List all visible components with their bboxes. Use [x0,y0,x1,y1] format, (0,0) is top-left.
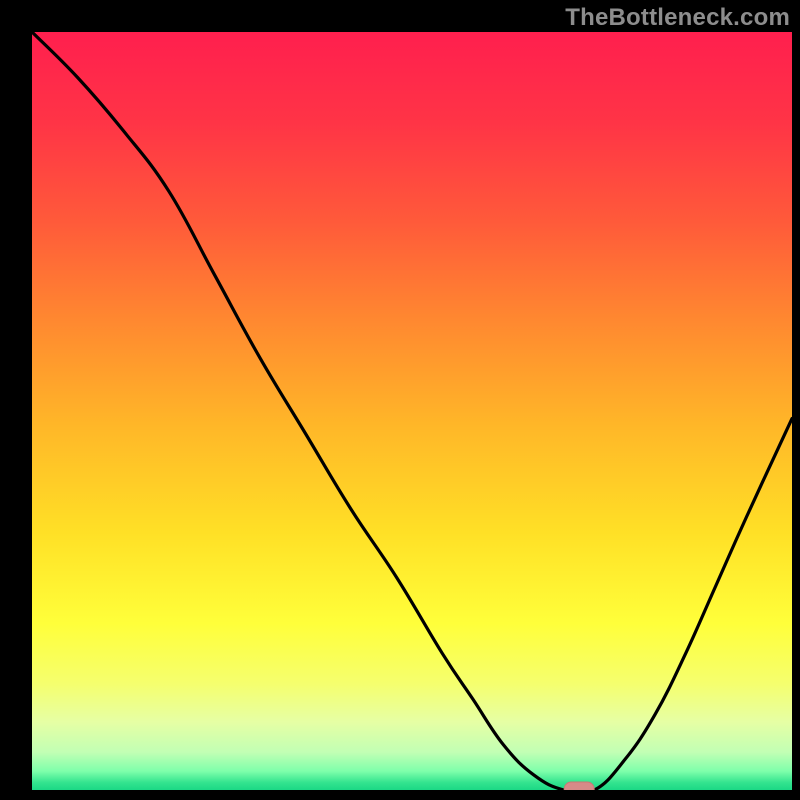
optimal-point-marker [564,782,594,796]
chart-frame: { "watermark": "TheBottleneck.com", "col… [0,0,800,800]
watermark-text: TheBottleneck.com [565,4,790,32]
plot-background [32,32,792,790]
bottleneck-chart [0,0,800,800]
